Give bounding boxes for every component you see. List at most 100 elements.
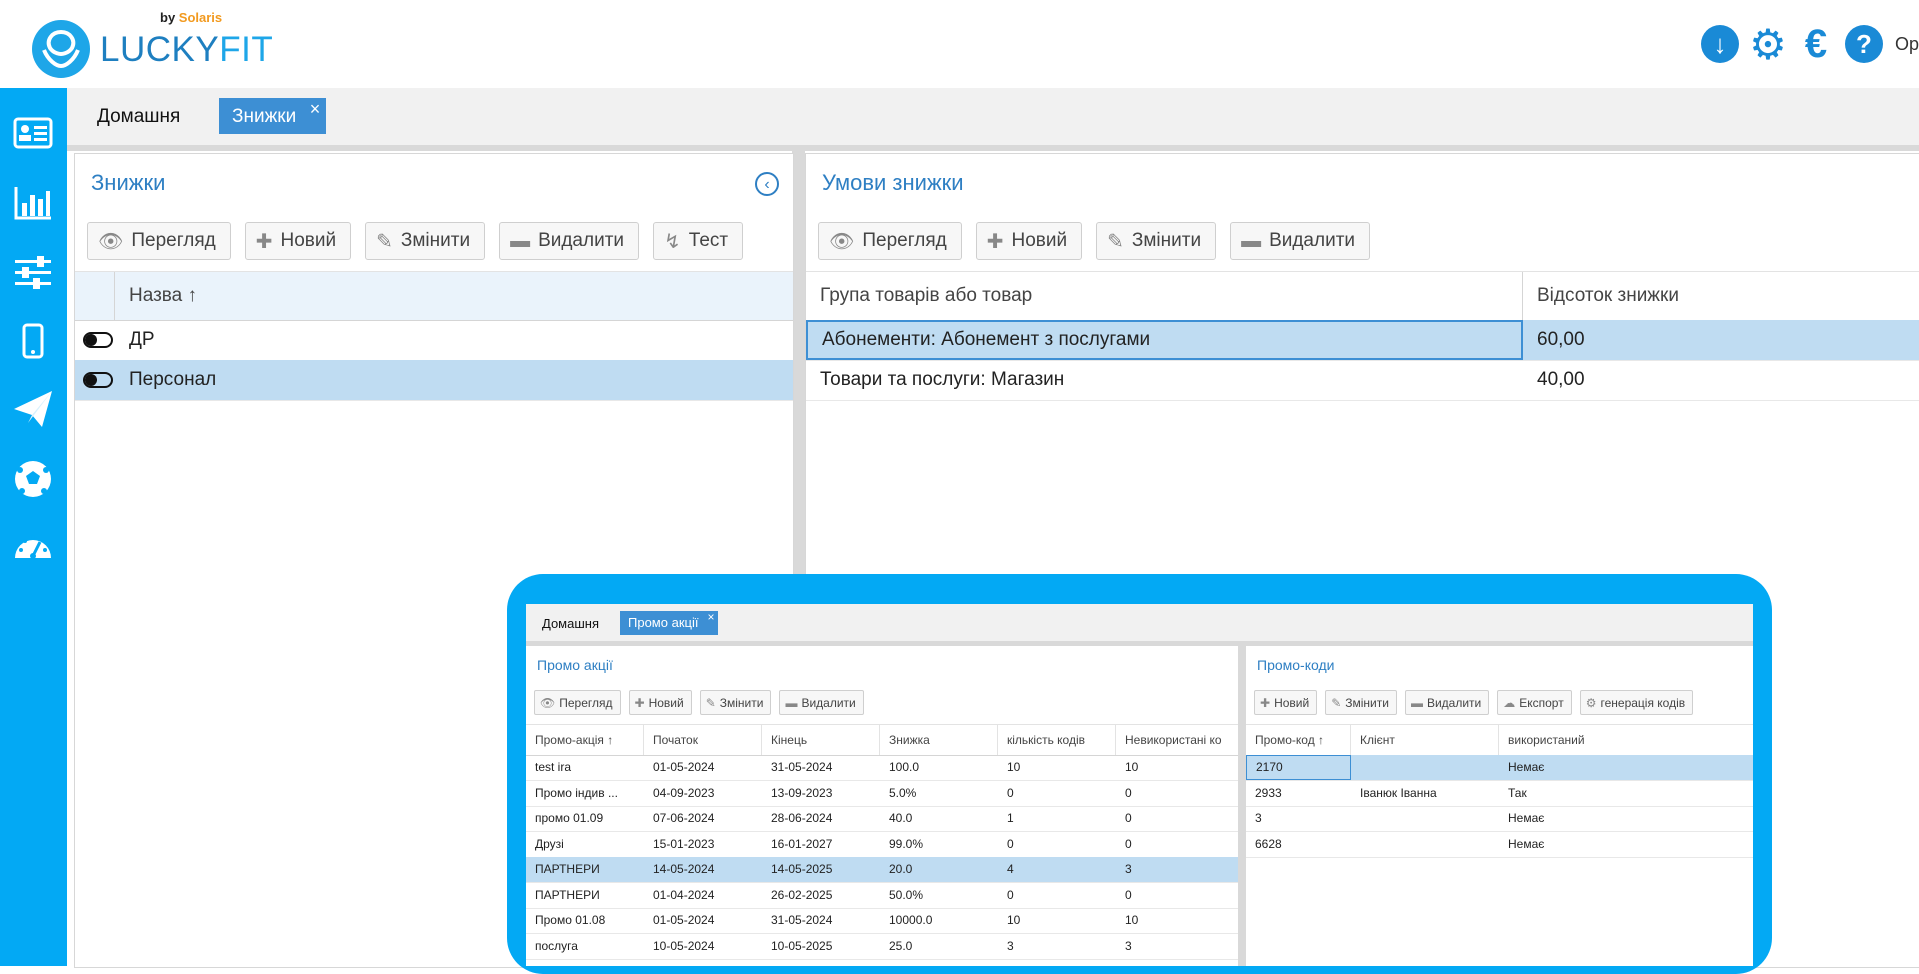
mobile-phone-icon[interactable] [10, 318, 56, 364]
delete-button[interactable]: ▬ Видалити [499, 222, 640, 260]
eye-icon: 👁 [829, 230, 855, 253]
tab-home[interactable]: Домашня [542, 616, 599, 631]
plus-icon: ✚ [1260, 695, 1271, 710]
dashboard-gauge-icon[interactable] [10, 524, 56, 570]
promo-name-cell: ПАРТНЕРИ [535, 887, 600, 902]
tab-home[interactable]: Домашня [97, 106, 180, 128]
new-button[interactable]: ✚ Новий [1254, 690, 1318, 715]
column-header[interactable]: Кінець [762, 725, 880, 755]
table-row[interactable]: Абонементи: Абонемент з послугами 60,00 [806, 320, 1919, 361]
minus-icon: ▬ [510, 229, 531, 252]
toggle-switch[interactable] [83, 332, 113, 348]
euro-icon[interactable]: € [1797, 22, 1835, 66]
table-row[interactable]: Друзі 15-01-2023 16-01-2027 99.0% 0 0 [526, 832, 1238, 858]
edit-button[interactable]: ✎ Змінити [1325, 690, 1397, 715]
table-row[interactable]: Персонал [75, 360, 793, 401]
column-header-discount-percent[interactable]: Відсоток знижки [1523, 272, 1919, 320]
table-row[interactable]: 2933 Іванюк Іванна Так [1246, 781, 1753, 807]
generate-codes-button[interactable]: ⚙ генерація кодів [1579, 690, 1694, 715]
new-button[interactable]: ✚ Новий [628, 690, 692, 715]
export-button[interactable]: ☁ Експорт [1497, 690, 1572, 715]
table-row[interactable]: test ira 01-05-2024 31-05-2024 100.0 10 10 [526, 755, 1238, 781]
sidebar [0, 88, 67, 966]
close-icon[interactable]: × [707, 605, 714, 629]
edit-icon: ✎ [1331, 695, 1342, 710]
discount-cell: 40.0 [889, 811, 913, 825]
view-button[interactable]: 👁 Перегляд [87, 222, 231, 260]
column-header[interactable]: Промо-код ↑ [1246, 725, 1351, 755]
delete-button[interactable]: ▬ Видалити [779, 690, 864, 715]
contact-card-icon[interactable] [10, 110, 56, 156]
table-row[interactable]: 2170 Немає [1246, 755, 1753, 781]
used-cell: Немає [1508, 811, 1545, 825]
promo-actions-panel: Промо акції 👁 Перегляд ✚ Новий ✎ Змінити ▬ В… [526, 646, 1246, 966]
discount-name: ДР [129, 329, 155, 350]
discount-cell: 99.0% [889, 836, 924, 851]
column-header[interactable]: Клієнт [1351, 725, 1499, 755]
logo-lucky-text: LUCKY [100, 30, 220, 69]
column-header-name[interactable]: Назва ↑ [115, 272, 793, 320]
table-row[interactable]: 6628 Немає [1246, 832, 1753, 858]
table-row[interactable]: Товари та послуги: Магазин 40,00 [806, 360, 1919, 401]
new-button[interactable]: ✚ Новий [975, 222, 1083, 260]
gear-icon[interactable]: ⚙ [1749, 21, 1787, 68]
table-row[interactable]: 3 Немає [1246, 806, 1753, 832]
column-header[interactable]: кількість кодів [998, 725, 1116, 755]
user-menu[interactable]: Op [1895, 34, 1919, 55]
column-header[interactable]: Промо-акція ↑ [526, 725, 644, 755]
column-header[interactable]: Невикористані ко [1116, 725, 1238, 755]
product-group-cell[interactable]: Абонементи: Абонемент з послугами [806, 320, 1523, 360]
delete-button[interactable]: ▬ Видалити [1230, 222, 1371, 260]
column-header[interactable]: Знижка [880, 725, 998, 755]
view-button-label: Перегляд [862, 230, 947, 251]
toggle-switch[interactable] [83, 372, 113, 388]
edit-button[interactable]: ✎ Змінити [1096, 222, 1217, 260]
bar-chart-icon[interactable] [10, 180, 56, 226]
promo-code-cell[interactable]: 6628 [1246, 832, 1351, 857]
new-button[interactable]: ✚ Новий [244, 222, 352, 260]
sliders-icon[interactable] [10, 250, 56, 296]
discount-cell: 100.0 [889, 760, 920, 774]
start-date-cell: 07-06-2024 [653, 811, 715, 825]
edit-button[interactable]: ✎ Змінити [699, 690, 772, 715]
column-header[interactable]: використаний [1499, 725, 1753, 755]
table-row[interactable]: послуга 10-05-2024 10-05-2025 25.0 3 3 [526, 934, 1238, 960]
unused-codes-cell: 0 [1125, 811, 1132, 825]
promo-code-cell[interactable]: 2170 [1246, 755, 1351, 780]
header-actions: ↓ ⚙ € ? Op [1700, 21, 1919, 68]
promo-code-cell[interactable]: 3 [1246, 806, 1351, 831]
export-button-label: Експорт [1519, 695, 1564, 710]
client-cell [1351, 806, 1499, 831]
codes-count-cell: 3 [1007, 938, 1014, 953]
close-icon[interactable]: × [310, 90, 321, 128]
tab-discounts[interactable]: Знижки × [219, 98, 327, 134]
tab-promo-actions[interactable]: Промо акції × [620, 610, 719, 635]
column-header[interactable]: Початок [644, 725, 762, 755]
client-cell [1351, 755, 1499, 780]
table-row[interactable]: промо 01.09 07-06-2024 28-06-2024 40.0 1 0 [526, 806, 1238, 832]
tab-discounts-label: Знижки [232, 106, 297, 127]
paper-plane-icon[interactable] [10, 386, 56, 432]
table-row[interactable]: Промо 01.08 01-05-2024 31-05-2024 10000.0 10… [526, 908, 1238, 934]
logo-icon [32, 20, 90, 78]
delete-button[interactable]: ▬ Видалити [1404, 690, 1490, 715]
unused-codes-cell: 0 [1125, 836, 1132, 851]
start-date-cell: 10-05-2024 [653, 938, 715, 953]
soccer-ball-icon[interactable] [10, 456, 56, 502]
table-row[interactable]: ПАРТНЕРИ 14-05-2024 14-05-2025 20.0 4 3 [526, 857, 1238, 883]
edit-button[interactable]: ✎ Змінити [365, 222, 486, 260]
test-button[interactable]: ↯ Тест [653, 222, 744, 260]
minus-icon: ▬ [785, 695, 798, 710]
table-row[interactable]: Промо індив ... 04-09-2023 13-09-2023 5.0% 0… [526, 781, 1238, 807]
new-button-label: Новий [280, 230, 337, 251]
view-button[interactable]: 👁 Перегляд [818, 222, 962, 260]
column-header-product-group[interactable]: Група товарів або товар [806, 272, 1523, 320]
help-icon[interactable]: ? [1844, 25, 1883, 63]
table-row[interactable]: ПАРТНЕРИ 01-04-2024 26-02-2025 50.0% 0 0 [526, 883, 1238, 909]
collapse-icon[interactable]: ‹ [755, 172, 779, 196]
download-icon[interactable]: ↓ [1700, 25, 1739, 63]
view-button[interactable]: 👁 Перегляд [534, 690, 621, 715]
table-row[interactable]: ДР [75, 320, 793, 361]
promo-code-cell[interactable]: 2933 [1246, 781, 1351, 806]
logo-wordmark[interactable]: LUCKYFIT [100, 30, 273, 70]
